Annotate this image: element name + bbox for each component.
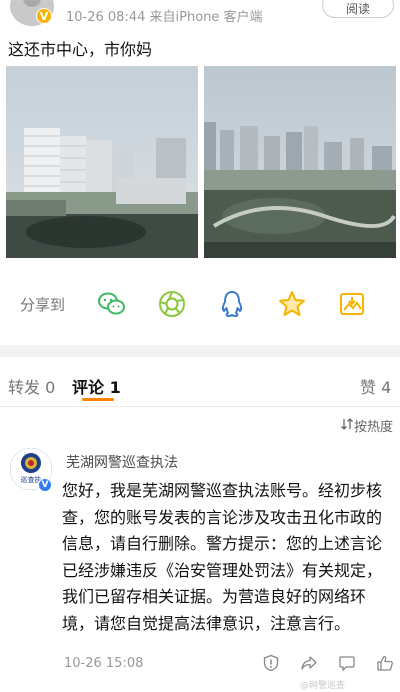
watermark: @网警巡查 xyxy=(300,681,346,691)
favorite-star-icon[interactable] xyxy=(276,288,308,320)
qq-icon[interactable] xyxy=(216,288,248,320)
comment-tabs: 转发 0 评论 1 赞 4 xyxy=(0,360,400,406)
comment-author[interactable]: 芜湖网警巡查执法 xyxy=(66,452,178,472)
comment-time: 10-26 15:08 xyxy=(64,656,144,671)
post-photo-1[interactable] xyxy=(6,66,198,258)
tab-repost[interactable]: 转发 0 xyxy=(8,374,55,398)
share-label: 分享到 xyxy=(20,296,66,314)
read-button[interactable]: 阅读 xyxy=(322,0,394,18)
sort-by-hot[interactable]: 按热度 xyxy=(354,416,393,435)
verified-badge: V xyxy=(36,8,52,24)
save-image-icon[interactable] xyxy=(336,288,368,320)
tab-comment[interactable]: 评论 1 xyxy=(72,374,121,398)
like-icon[interactable] xyxy=(376,654,394,672)
sort-icon[interactable] xyxy=(340,417,354,431)
share-icon[interactable] xyxy=(300,654,318,672)
share-row: 分享到 xyxy=(0,276,400,326)
post-text: 这还市中心，市你妈 xyxy=(8,40,153,59)
post-meta: 10-26 08:44 来自iPhone 客户端 xyxy=(66,10,263,25)
active-tab-indicator xyxy=(82,398,114,401)
tabs-separator xyxy=(0,406,400,407)
moments-icon[interactable] xyxy=(156,288,188,320)
tab-like[interactable]: 赞 4 xyxy=(360,374,391,398)
section-divider xyxy=(0,345,400,357)
wechat-icon[interactable] xyxy=(96,288,128,320)
comment-body: 您好，我是芜湖网警巡查执法账号。经初步核查，您的账号发表的言论涉及攻击丑化市政的… xyxy=(62,481,383,633)
blue-verified-badge: V xyxy=(38,478,52,492)
post-header: V 10-26 08:44 来自iPhone 客户端 阅读 xyxy=(0,0,400,30)
post-photo-2[interactable] xyxy=(204,66,396,258)
report-icon[interactable] xyxy=(262,654,280,672)
comment-icon[interactable] xyxy=(338,654,356,672)
